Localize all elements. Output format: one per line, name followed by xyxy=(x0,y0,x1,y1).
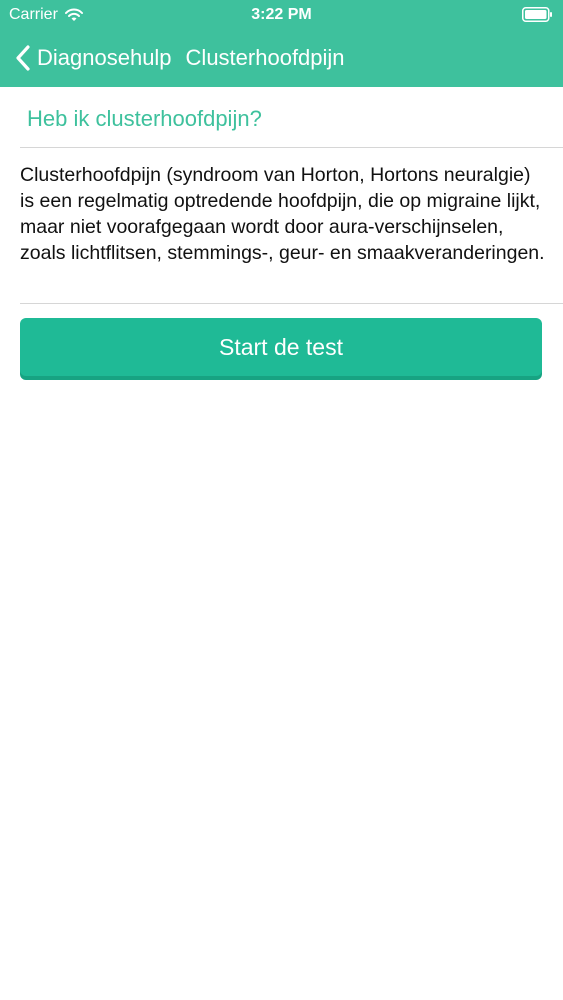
divider xyxy=(20,303,563,304)
start-test-button[interactable]: Start de test xyxy=(20,318,542,376)
divider xyxy=(20,147,563,148)
page-title: Clusterhoofdpijn xyxy=(185,45,345,70)
status-bar: Carrier 3:22 PM xyxy=(0,0,563,30)
navigation-bar: Diagnosehulp Clusterhoofdpijn xyxy=(0,36,563,80)
back-button[interactable]: Diagnosehulp xyxy=(16,45,172,71)
back-label: Diagnosehulp xyxy=(37,45,172,70)
app-header: Carrier 3:22 PM Diagnosehulp Clusterhoof… xyxy=(0,0,563,87)
battery-icon xyxy=(522,7,553,22)
question-heading: Heb ik clusterhoofdpijn? xyxy=(27,106,262,131)
status-time: 3:22 PM xyxy=(251,6,312,23)
description-text: Clusterhoofdpijn (syndroom van Horton, H… xyxy=(20,164,545,264)
chevron-left-icon xyxy=(16,45,30,71)
